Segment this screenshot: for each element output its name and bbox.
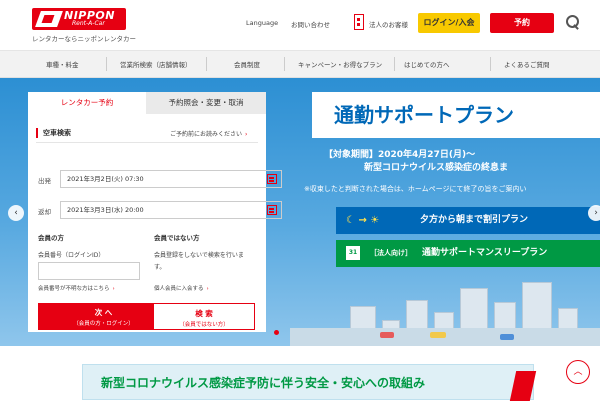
nippon-rent-a-car-logo[interactable]: NIPPON Rent-A-Car レンタカーならニッポンレンタカー [32,8,136,43]
return-label: 返却 [38,208,51,216]
nav-item-campaigns[interactable]: キャンペーン・お得なプラン [298,59,382,69]
moon-to-sun-icon: ☾ → ☀ [346,215,380,226]
nav-divider [284,57,285,71]
nav-item-vehicles[interactable]: 車種・料金 [46,59,79,69]
calendar-icon[interactable] [267,205,277,215]
promo-title: 通勤サポートプラン [312,92,600,138]
car [430,332,446,338]
nav-divider [490,57,491,71]
nav-item-faq[interactable]: よくあるご質問 [504,59,550,69]
carousel-prev-button[interactable]: ‹ [8,205,24,221]
nonmember-description: 会員登録をしないで検索を行いま [154,252,244,259]
covid-notice-banner[interactable]: 新型コロナウイルス感染症予防に伴う安全・安心への取組み [82,364,537,401]
member-id-label: 会員番号（ログインID） [38,252,105,259]
pre-booking-info-link[interactable]: ご予約前にお読みください › [170,129,247,138]
nonmember-description-cont: す。 [154,264,166,271]
nav-item-locations[interactable]: 営業所検索（店舗情報） [120,59,192,69]
building-icon [354,14,364,30]
car [500,334,514,340]
promo-note: ※収束したと判断された場合は、ホームページにて終了の旨をご案内い [304,185,527,193]
search-nonmember-button[interactable]: 検 索 （会員ではない方） [153,303,255,330]
monthly-plan-label: 通勤サポートマンスリープラン [422,248,548,258]
hero-banner: レンタカー予約 予約照会・変更・取消 空車検索 ご予約前にお読みください › 出発… [0,78,600,346]
evening-discount-plan-banner[interactable]: ☾ → ☀ 夕方から朝まで割引プラン [336,207,600,234]
return-datetime-field[interactable]: 2021年3月3日(水) 20:00 [60,201,282,219]
monthly-commute-plan-banner[interactable]: 31 ［法人向け］ 通勤サポートマンスリープラン [336,240,600,267]
chevron-right-icon: › [112,286,115,292]
depart-datetime-value: 2021年3月2日(火) 07:30 [67,175,144,183]
nonmember-section-title: 会員ではない方 [154,234,200,242]
contact-link[interactable]: お問い合わせ [291,19,330,29]
chevron-right-icon: › [245,131,248,138]
covid-notice-text: 新型コロナウイルス感染症予防に伴う安全・安心への取組み [101,376,426,390]
corporate-tag: ［法人向け］ [370,249,412,257]
logo-tagline: レンタカーならニッポンレンタカー [32,35,136,43]
nippon-logo-icon [509,371,537,401]
corporate-label: 法人のお客様 [369,21,408,29]
carousel-next-button[interactable]: › [588,205,600,221]
logo-sub: Rent-A-Car [72,20,105,27]
reserve-button[interactable]: 予約 [490,13,554,33]
search-icon[interactable] [566,15,580,31]
nav-item-membership[interactable]: 会員制度 [234,59,260,69]
member-id-input[interactable] [38,262,140,280]
main-nav: 車種・料金 営業所検索（店舗情報） 会員制度 キャンペーン・お得なプラン はじめ… [0,50,600,78]
depart-label: 出発 [38,177,51,185]
depart-datetime-field[interactable]: 2021年3月2日(火) 07:30 [60,170,282,188]
evening-plan-label: 夕方から朝まで割引プラン [420,215,529,225]
vacancy-search-title: 空車検索 [36,128,71,138]
booking-panel: レンタカー予約 予約照会・変更・取消 空車検索 ご予約前にお読みください › 出発… [28,92,282,332]
tab-manage-reservation[interactable]: 予約照会・変更・取消 [146,92,266,114]
return-datetime-value: 2021年3月3日(水) 20:00 [67,206,144,214]
nav-divider [206,57,207,71]
carousel-indicator-dot[interactable] [274,330,279,335]
logo-badge: NIPPON Rent-A-Car [32,8,126,30]
promo-period: 【対象期間】2020年4月27日(月)～ [324,150,476,160]
join-membership-link[interactable]: 個人会員に入会する › [154,284,209,292]
car [380,332,394,338]
language-link[interactable]: Language [246,19,278,27]
calendar-icon[interactable] [267,174,277,184]
divider [36,142,258,143]
chevron-right-icon: › [206,286,209,292]
promo-period-end: 新型コロナウイルス感染症の終息ま [364,163,509,173]
logo-mark-icon [35,11,63,27]
member-section-title: 会員の方 [38,234,64,242]
calendar-icon: 31 [346,246,360,260]
login-button[interactable]: ログイン/入会 [418,13,480,33]
back-to-top-button[interactable]: ︿ [566,360,590,384]
nav-item-first-time[interactable]: はじめての方へ [404,59,450,69]
site-header: NIPPON Rent-A-Car レンタカーならニッポンレンタカー Langu… [0,0,600,50]
forgot-member-id-link[interactable]: 会員番号が不明な方はこちら › [38,284,115,292]
nav-divider [394,57,395,71]
nav-divider [106,57,107,71]
tab-rental-reservation[interactable]: レンタカー予約 [28,92,146,114]
next-member-login-button[interactable]: 次 へ （会員の方・ログイン） [38,303,169,330]
